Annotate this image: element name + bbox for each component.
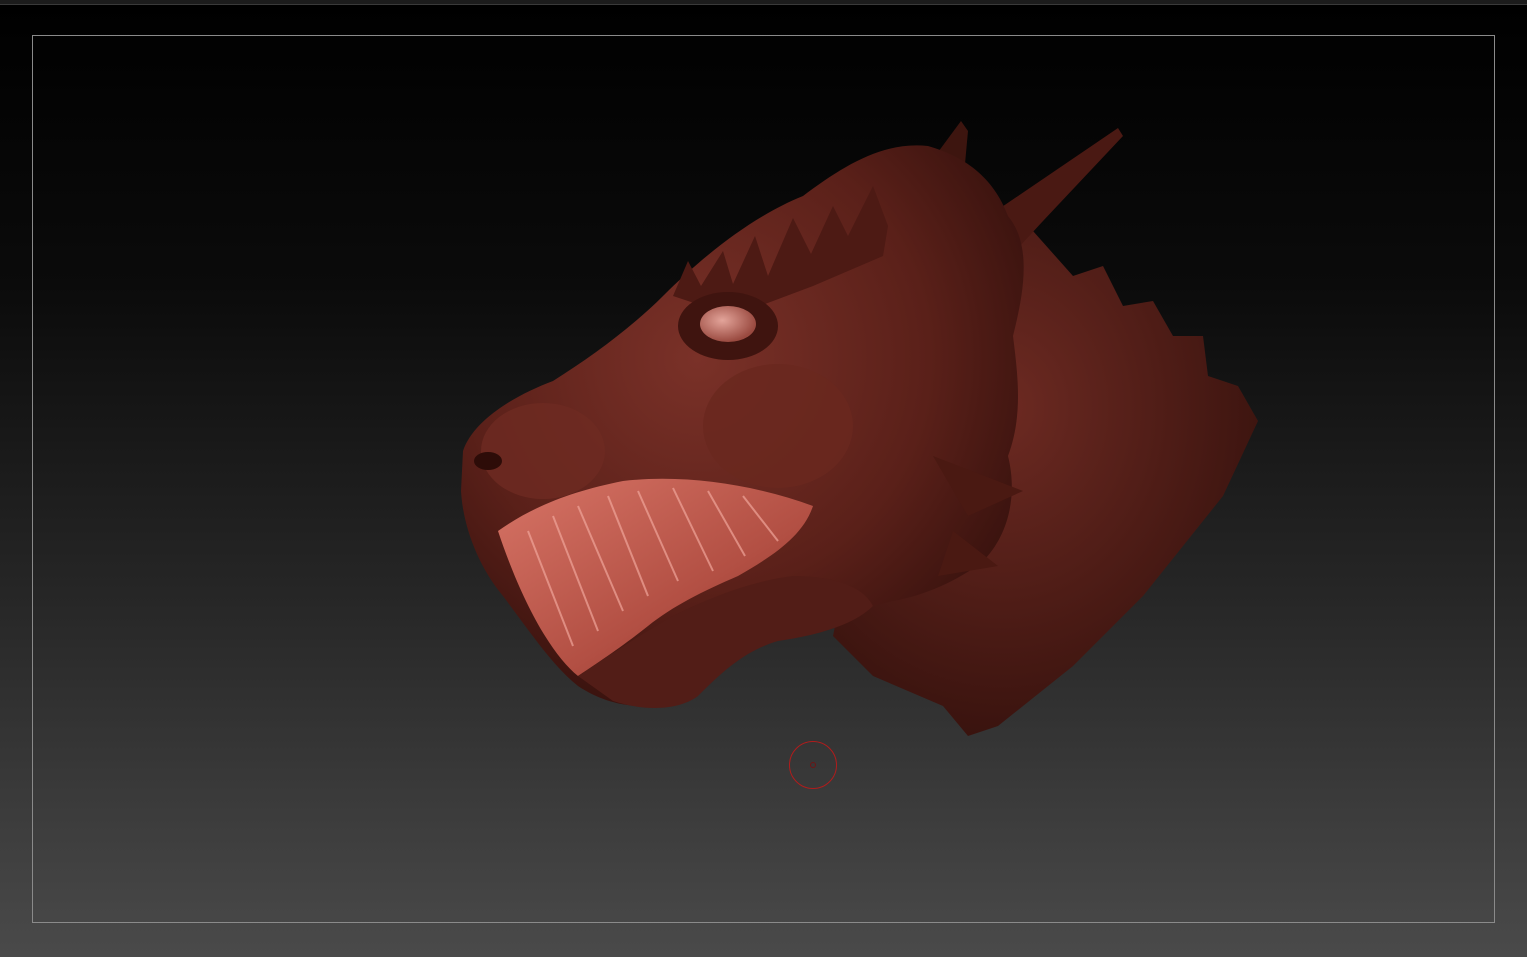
snout-highlight	[481, 403, 605, 499]
brush-center-dot	[810, 762, 816, 768]
brush-circle-icon	[789, 741, 837, 789]
sculpt-application	[0, 0, 1527, 957]
top-toolbar-strip	[0, 0, 1527, 5]
nostril	[474, 452, 502, 470]
cheek-bulge	[703, 364, 853, 488]
dragon-head-model[interactable]	[33, 36, 1495, 923]
eye	[700, 306, 756, 342]
viewport-canvas[interactable]	[32, 35, 1495, 923]
